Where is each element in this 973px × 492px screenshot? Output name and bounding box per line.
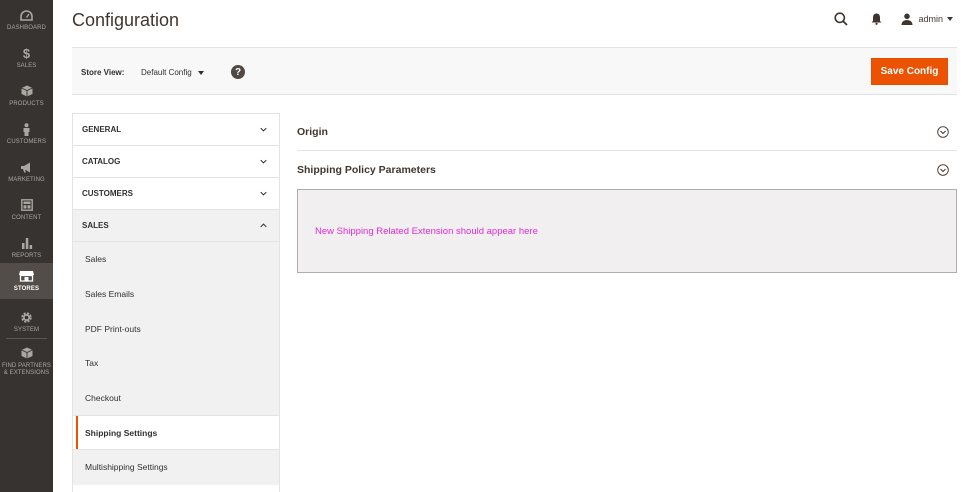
group-title: Shipping Policy Parameters	[297, 164, 436, 176]
config-tabs: GENERAL CATALOG CUSTOMERS SALES Sales Sa…	[72, 113, 280, 492]
store-view-switcher[interactable]: Default Config	[141, 68, 204, 77]
user-name: admin	[918, 14, 943, 24]
section-label: CATALOG	[82, 157, 121, 166]
save-config-button[interactable]: Save Config	[871, 58, 948, 85]
nav-divider	[6, 338, 47, 339]
store-view-selected: Default Config	[141, 68, 192, 77]
chevron-down-icon	[260, 159, 267, 164]
config-section-customers[interactable]: CUSTOMERS	[73, 178, 279, 210]
group-title: Origin	[297, 125, 328, 138]
gear-icon	[19, 310, 35, 324]
chevron-down-icon	[260, 127, 267, 132]
page-title: Configuration	[72, 10, 180, 30]
store-view-bar: Store View: Default Config ? Save Config	[72, 47, 957, 95]
admin-app: DASHBOARD $ SALES PRODUCTS CUSTOMERS MAR…	[0, 0, 973, 492]
header-actions: admin	[833, 10, 953, 28]
config-item-checkout[interactable]: Checkout	[73, 381, 279, 416]
chevron-down-icon	[260, 191, 267, 196]
chevron-down-icon	[947, 17, 953, 21]
config-item-pdf-printouts[interactable]: PDF Print-outs	[73, 311, 279, 346]
notifications-bell-icon[interactable]	[869, 12, 883, 26]
user-menu[interactable]: admin	[901, 13, 953, 25]
nav-item-dashboard[interactable]: DASHBOARD	[0, 4, 53, 42]
nav-item-stores[interactable]: STORES	[0, 263, 53, 299]
config-item-sales[interactable]: Sales	[73, 242, 279, 277]
config-item-multishipping-settings[interactable]: Multishipping Settings	[73, 450, 279, 485]
dashboard-icon	[19, 8, 35, 22]
extension-note: New Shipping Related Extension should ap…	[315, 225, 538, 237]
store-view-label: Store View:	[81, 68, 125, 77]
nav-item-customers[interactable]: CUSTOMERS	[0, 118, 53, 156]
help-icon[interactable]: ?	[231, 65, 245, 79]
section-label: CUSTOMERS	[82, 189, 133, 198]
user-icon	[901, 13, 913, 25]
config-section-sales[interactable]: SALES	[73, 210, 279, 242]
nav-item-sales[interactable]: $ SALES	[0, 42, 53, 80]
config-item-tax[interactable]: Tax	[73, 346, 279, 381]
config-section-catalog[interactable]: CATALOG	[73, 146, 279, 178]
person-icon	[19, 122, 35, 136]
chevron-down-icon	[197, 70, 204, 75]
expand-circle-icon	[937, 164, 949, 176]
extension-placeholder: New Shipping Related Extension should ap…	[297, 189, 957, 273]
cube-icon	[19, 84, 35, 98]
admin-sidebar: DASHBOARD $ SALES PRODUCTS CUSTOMERS MAR…	[0, 0, 53, 492]
nav-item-content[interactable]: CONTENT	[0, 194, 53, 232]
config-section-general[interactable]: GENERAL	[73, 114, 279, 146]
config-main: Origin Shipping Policy Parameters New Sh…	[297, 113, 957, 273]
config-item-shipping-settings[interactable]: Shipping Settings	[73, 415, 279, 451]
storefront-icon	[19, 269, 35, 283]
group-origin[interactable]: Origin	[297, 113, 957, 151]
chevron-up-icon	[260, 223, 267, 228]
nav-item-marketing[interactable]: MARKETING	[0, 156, 53, 194]
layout-icon	[19, 198, 35, 212]
section-label: GENERAL	[82, 125, 122, 134]
dollar-icon: $	[22, 45, 31, 61]
config-item-sales-emails[interactable]: Sales Emails	[73, 277, 279, 312]
sales-subitems: Sales Sales Emails PDF Print-outs Tax Ch…	[73, 242, 279, 485]
nav-item-products[interactable]: PRODUCTS	[0, 80, 53, 118]
search-icon[interactable]	[833, 11, 849, 27]
expand-circle-icon	[937, 126, 949, 138]
boxes-icon	[19, 346, 35, 360]
nav-item-find-partners[interactable]: FIND PARTNERS & EXTENSIONS	[0, 342, 53, 382]
bar-chart-icon	[19, 236, 35, 250]
megaphone-icon	[19, 160, 35, 174]
section-label: SALES	[82, 221, 109, 230]
group-shipping-policy[interactable]: Shipping Policy Parameters	[297, 151, 957, 189]
